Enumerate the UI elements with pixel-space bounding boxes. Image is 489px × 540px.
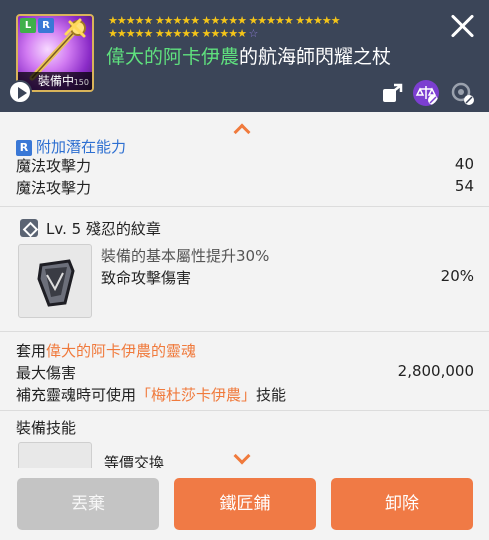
item-header: L R 裝備中 150 ★★★★★ ★★★★★ ★★★★★ ★★★★★ ★★★★…	[0, 0, 489, 112]
rank-chip: R	[16, 140, 32, 156]
divider	[0, 410, 489, 411]
item-name: 偉大的阿卡伊農的航海師閃耀之杖	[106, 42, 391, 69]
emblem-shield-icon	[37, 259, 75, 307]
star-group: ★★★★★	[108, 14, 153, 27]
star-group: ★★★★★	[201, 14, 247, 27]
skill-image	[18, 442, 92, 468]
discard-button[interactable]: 丟棄	[17, 478, 159, 530]
divider	[0, 206, 489, 207]
emblem-stat-label: 致命攻擊傷害	[101, 269, 192, 287]
star-group: ★★★★★	[154, 27, 200, 40]
star-force-row-2: ★★★★★ ★★★★★ ★★★★★ ☆	[108, 27, 258, 40]
star-group: ★★★★★	[108, 27, 153, 40]
equip-skill-title: 裝備技能	[16, 419, 77, 437]
soul-title: 套用偉大的阿卡伊農的靈魂	[16, 340, 196, 361]
soul-skill-name: 「梅杜莎卡伊農」	[136, 386, 257, 404]
item-detail-content[interactable]: R 附加潛在能力 魔法攻擊力 40 魔法攻擊力 54 Lv. 5 殘忍的紋章 裝備…	[0, 112, 489, 468]
share-icon[interactable]	[380, 80, 406, 106]
star-group: ★★★★★	[248, 14, 293, 27]
potential-value: 54	[454, 177, 474, 195]
blacksmith-button[interactable]: 鐵匠鋪	[174, 478, 316, 530]
additional-potential-label: 附加潛在能力	[36, 138, 127, 156]
star-group: ★★★★★	[201, 27, 247, 40]
soul-skill-line: 補充靈魂時可使用「梅杜莎卡伊農」技能	[16, 384, 474, 405]
item-name-prefix: 偉大的阿卡伊農	[106, 46, 240, 68]
soul-stat-label: 最大傷害	[16, 364, 77, 382]
emblem-line-2: 致命攻擊傷害 20%	[101, 267, 474, 288]
chevron-up-icon[interactable]	[233, 123, 251, 141]
unequip-button[interactable]: 卸除	[331, 478, 473, 530]
emblem-line-1: 裝備的基本屬性提升30%	[101, 247, 270, 265]
soul-title-prefix: 套用	[16, 342, 47, 360]
potential-label: 魔法攻擊力	[16, 179, 92, 197]
empty-star: ☆	[248, 27, 258, 40]
soul-skill-prefix: 補充靈魂時可使用	[16, 386, 137, 404]
play-icon[interactable]	[8, 80, 32, 104]
potential-line: 魔法攻擊力 54	[16, 177, 474, 198]
soul-stat-value: 2,800,000	[397, 362, 474, 380]
star-group: ★★★★★	[295, 14, 340, 27]
potential-line: 魔法攻擊力 40	[16, 155, 474, 176]
soul-stat-line: 最大傷害 2,800,000	[16, 362, 474, 383]
potential-value: 40	[454, 155, 474, 173]
item-level: 150	[73, 78, 89, 87]
emblem-title: Lv. 5 殘忍的紋章	[20, 218, 161, 239]
scale-icon[interactable]	[413, 80, 439, 106]
emblem-image	[18, 244, 92, 318]
emblem-stat-value: 20%	[440, 267, 474, 285]
close-icon[interactable]	[446, 10, 478, 42]
soul-skill-suffix: 技能	[256, 386, 287, 404]
lock-icon[interactable]	[449, 80, 475, 106]
item-thumbnail: L R 裝備中 150	[16, 14, 94, 92]
divider	[0, 331, 489, 332]
action-footer: 丟棄 鐵匠鋪 卸除	[0, 468, 489, 540]
rare-badge: R	[38, 18, 54, 33]
additional-potential-title: R 附加潛在能力	[16, 136, 126, 157]
skill-name: 等價交換	[104, 454, 165, 468]
potential-label: 魔法攻擊力	[16, 157, 92, 175]
soul-name: 偉大的阿卡伊農的靈魂	[46, 342, 197, 360]
legendary-badge: L	[20, 18, 36, 33]
star-group: ★★★★★	[154, 14, 200, 27]
item-name-suffix: 的航海師閃耀之杖	[239, 46, 392, 68]
emblem-title-text: Lv. 5 殘忍的紋章	[46, 220, 161, 238]
emblem-icon	[20, 219, 38, 237]
star-force-row-1: ★★★★★ ★★★★★ ★★★★★ ★★★★★ ★★★★★	[108, 14, 341, 27]
